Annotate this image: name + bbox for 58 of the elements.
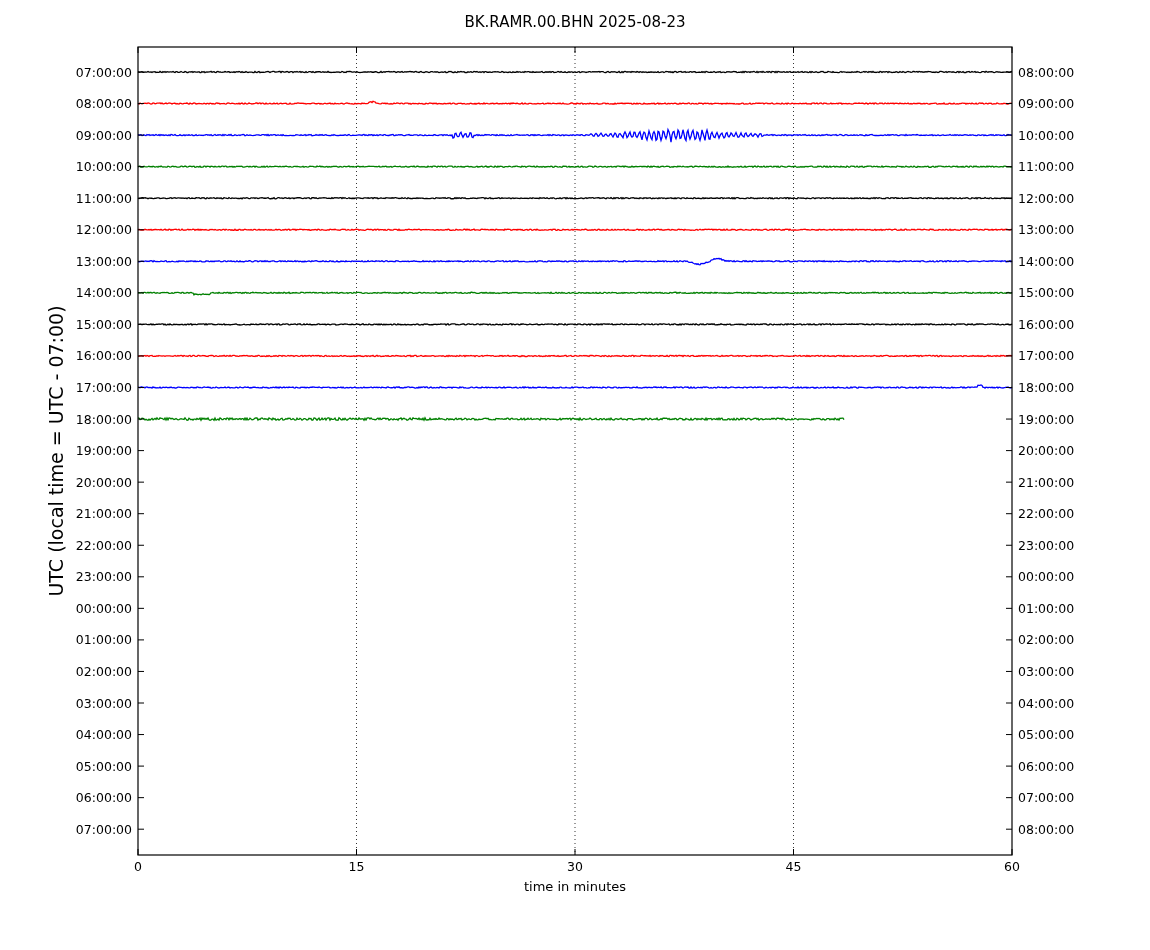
plot-title: BK.RAMR.00.BHN 2025-08-23 xyxy=(464,13,686,31)
time-label: 16:00:00 xyxy=(1018,316,1075,332)
time-label: 15:00:00 xyxy=(1018,285,1075,301)
time-label: 04:00:00 xyxy=(75,727,132,743)
time-label: 15:00:00 xyxy=(75,316,132,332)
time-label: 19:00:00 xyxy=(1018,411,1075,427)
time-label: 11:00:00 xyxy=(1018,159,1075,175)
time-label: 09:00:00 xyxy=(1018,96,1075,112)
time-label: 05:00:00 xyxy=(1018,727,1075,743)
x-axis-label: time in minutes xyxy=(523,879,627,894)
time-label: 11:00:00 xyxy=(75,190,132,206)
time-label: 14:00:00 xyxy=(1018,253,1075,269)
time-label: 01:00:00 xyxy=(75,632,132,648)
time-label: 05:00:00 xyxy=(75,758,132,774)
time-label: 12:00:00 xyxy=(75,222,132,238)
x-tick-label: 30 xyxy=(567,859,583,874)
time-label: 21:00:00 xyxy=(75,506,132,522)
time-label: 17:00:00 xyxy=(75,380,132,395)
time-label: 18:00:00 xyxy=(75,411,132,427)
time-label: 22:00:00 xyxy=(1018,506,1075,522)
time-label: 19:00:00 xyxy=(75,443,132,459)
time-label: 01:00:00 xyxy=(1018,600,1075,616)
time-label: 12:00:00 xyxy=(1018,190,1075,206)
time-label: 13:00:00 xyxy=(75,253,132,269)
time-label: 08:00:00 xyxy=(1018,821,1075,837)
time-label: 20:00:00 xyxy=(1018,443,1075,459)
x-tick-label: 45 xyxy=(785,859,802,874)
time-label: 07:00:00 xyxy=(1018,790,1075,806)
time-label: 06:00:00 xyxy=(1018,758,1075,774)
time-label: 10:00:00 xyxy=(75,159,132,175)
time-label: 08:00:00 xyxy=(75,96,132,112)
x-tick-label: 15 xyxy=(348,859,365,874)
time-label: 10:00:00 xyxy=(1018,127,1075,143)
time-label: 09:00:00 xyxy=(75,127,132,143)
time-label: 08:00:00 xyxy=(1018,64,1075,80)
time-label: 23:00:00 xyxy=(75,569,132,585)
time-label: 14:00:00 xyxy=(75,285,132,301)
y-axis-label: UTC (local time = UTC - 07:00) xyxy=(45,305,67,597)
time-label: 07:00:00 xyxy=(75,821,132,837)
time-label: 06:00:00 xyxy=(75,790,132,806)
time-label: 03:00:00 xyxy=(1018,663,1075,679)
time-label: 13:00:00 xyxy=(1018,222,1075,238)
time-label: 03:00:00 xyxy=(75,695,132,711)
time-label: 17:00:00 xyxy=(1018,348,1075,364)
time-label: 00:00:00 xyxy=(75,600,132,616)
time-label: 04:00:00 xyxy=(1018,695,1075,711)
time-label: 07:00:00 xyxy=(75,64,132,80)
time-label: 16:00:00 xyxy=(75,348,132,364)
time-label: 22:00:00 xyxy=(75,537,132,553)
x-tick-label: 0 xyxy=(134,859,142,874)
time-label: 20:00:00 xyxy=(75,474,132,490)
time-label: 21:00:00 xyxy=(1018,474,1075,490)
time-label: 02:00:00 xyxy=(75,663,132,679)
time-label: 02:00:00 xyxy=(1018,632,1075,648)
time-label: 18:00:00 xyxy=(1018,380,1075,395)
x-tick-label: 60 xyxy=(1004,859,1020,874)
time-label: 00:00:00 xyxy=(1018,569,1075,585)
time-label: 23:00:00 xyxy=(1018,537,1075,553)
